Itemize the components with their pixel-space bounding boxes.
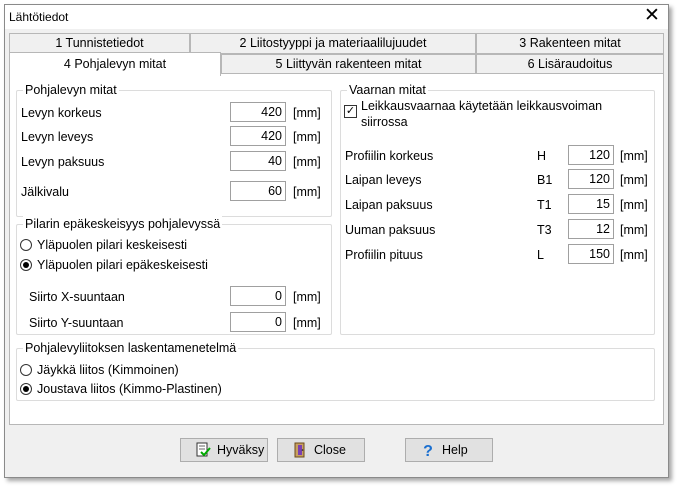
question-mark-icon: ? xyxy=(420,442,436,460)
shear-key-group: Vaarnan mitat ✓ Leikkausvaarnaa käytetää… xyxy=(340,82,655,335)
web-thickness-unit: [mm] xyxy=(620,223,648,237)
profile-length-unit: [mm] xyxy=(620,248,648,262)
web-thickness-label: Uuman paksuus xyxy=(345,223,436,237)
plate-height-label: Levyn korkeus xyxy=(21,106,102,120)
tab-tunnistetiedot[interactable]: 1 Tunnistetiedot xyxy=(9,33,190,54)
grout-label: Jälkivalu xyxy=(21,185,69,199)
exit-door-icon xyxy=(292,442,308,458)
help-button[interactable]: ? Help xyxy=(405,438,493,462)
eccentricity-group: Pilarin epäkeskeisyys pohjalevyssä Yläpu… xyxy=(16,216,332,335)
shift-y-field[interactable]: 0 xyxy=(230,312,286,332)
shear-key-legend: Vaarnan mitat xyxy=(347,82,428,98)
calc-method-group: Pohjalevyliitoksen laskentamenetelmä Jäy… xyxy=(16,340,655,401)
close-button[interactable]: Close xyxy=(277,438,365,462)
profile-height-unit: [mm] xyxy=(620,149,648,163)
tab-pohjalevyn-mitat[interactable]: 4 Pohjalevyn mitat xyxy=(9,52,221,76)
web-thickness-field[interactable]: 12 xyxy=(568,219,614,239)
tab-liittyvan-rakenteen-mitat[interactable]: 5 Liittyvän rakenteen mitat xyxy=(221,54,476,75)
tab-liitostyyppi[interactable]: 2 Liitostyyppi ja materiaalilujuudet xyxy=(190,33,476,54)
shift-x-unit: [mm] xyxy=(293,290,321,304)
svg-text:?: ? xyxy=(423,443,433,458)
plate-height-field[interactable]: 420 xyxy=(230,102,286,122)
shear-key-checkbox[interactable]: ✓ xyxy=(344,105,357,118)
window-title: Lähtötiedot xyxy=(9,10,69,24)
close-label: Close xyxy=(314,443,346,457)
plate-height-unit: [mm] xyxy=(293,106,321,120)
plate-thickness-label: Levyn paksuus xyxy=(21,155,105,169)
title-bar: Lähtötiedot ✕ xyxy=(5,5,668,29)
flange-thickness-unit: [mm] xyxy=(620,198,648,212)
centric-option-label[interactable]: Yläpuolen pilari keskeisesti xyxy=(37,237,187,253)
plate-width-unit: [mm] xyxy=(293,130,321,144)
shear-key-check-label-1[interactable]: Leikkausvaarnaa käytetään leikkausvoiman xyxy=(361,98,602,114)
eccentric-option-label[interactable]: Yläpuolen pilari epäkeskeisesti xyxy=(37,257,208,273)
shear-key-check-label-2[interactable]: siirrossa xyxy=(361,114,408,130)
accept-label: Hyväksy xyxy=(217,443,265,457)
tab-lisaraudoitus[interactable]: 6 Lisäraudoitus xyxy=(476,54,664,75)
grout-unit: [mm] xyxy=(293,185,321,199)
shift-y-label: Siirto Y-suuntaan xyxy=(29,316,124,330)
flange-width-label: Laipan leveys xyxy=(345,173,422,187)
profile-height-symbol: H xyxy=(537,149,547,163)
web-thickness-symbol: T3 xyxy=(537,223,552,237)
eccentricity-legend: Pilarin epäkeskeisyys pohjalevyssä xyxy=(23,216,223,232)
grout-field[interactable]: 60 xyxy=(230,181,286,201)
tab-panel: Pohjalevyn mitat Levyn korkeus 420 [mm] … xyxy=(9,73,664,425)
flange-thickness-label: Laipan paksuus xyxy=(345,198,433,212)
profile-height-label: Profiilin korkeus xyxy=(345,149,434,163)
plate-dimensions-group: Pohjalevyn mitat Levyn korkeus 420 [mm] … xyxy=(16,82,332,217)
rigid-radio[interactable] xyxy=(20,364,32,376)
profile-length-label: Profiilin pituus xyxy=(345,248,423,262)
rigid-option-label[interactable]: Jäykkä liitos (Kimmoinen) xyxy=(37,362,179,378)
dialog-window: Lähtötiedot ✕ 1 Tunnistetiedot 2 Liitost… xyxy=(4,4,669,478)
plate-width-field[interactable]: 420 xyxy=(230,126,286,146)
plate-dimensions-legend: Pohjalevyn mitat xyxy=(23,82,119,98)
eccentric-radio[interactable] xyxy=(20,259,32,271)
flange-thickness-field[interactable]: 15 xyxy=(568,194,614,214)
shift-y-unit: [mm] xyxy=(293,316,321,330)
plate-width-label: Levyn leveys xyxy=(21,130,94,144)
close-icon[interactable]: ✕ xyxy=(640,6,664,28)
shift-x-field[interactable]: 0 xyxy=(230,286,286,306)
profile-length-symbol: L xyxy=(537,248,544,262)
centric-radio[interactable] xyxy=(20,239,32,251)
plate-thickness-field[interactable]: 40 xyxy=(230,151,286,171)
profile-length-field[interactable]: 150 xyxy=(568,244,614,264)
tab-rakenteen-mitat[interactable]: 3 Rakenteen mitat xyxy=(476,33,664,54)
accept-button[interactable]: Hyväksy xyxy=(180,438,268,462)
flange-thickness-symbol: T1 xyxy=(537,198,552,212)
plate-thickness-unit: [mm] xyxy=(293,155,321,169)
flexible-option-label[interactable]: Joustava liitos (Kimmo-Plastinen) xyxy=(37,381,222,397)
accept-icon xyxy=(195,442,211,458)
flange-width-symbol: B1 xyxy=(537,173,553,187)
calc-method-legend: Pohjalevyliitoksen laskentamenetelmä xyxy=(23,340,239,356)
flange-width-unit: [mm] xyxy=(620,173,648,187)
flange-width-field[interactable]: 120 xyxy=(568,169,614,189)
shift-x-label: Siirto X-suuntaan xyxy=(29,290,125,304)
help-label: Help xyxy=(442,443,468,457)
flexible-radio[interactable] xyxy=(20,383,32,395)
profile-height-field[interactable]: 120 xyxy=(568,145,614,165)
